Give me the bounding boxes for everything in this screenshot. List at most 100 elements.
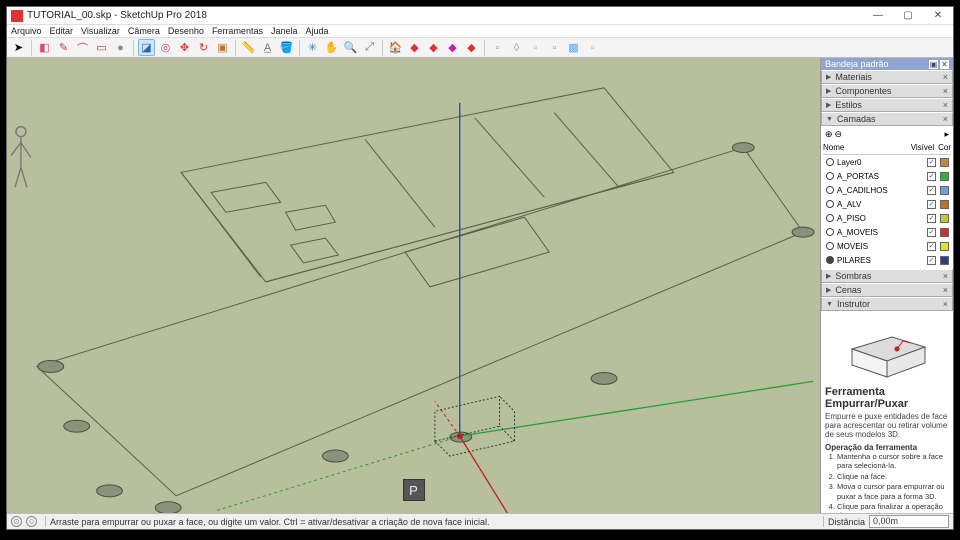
text-tool-icon[interactable]: A̲ [259,39,276,56]
menu-window[interactable]: Janela [271,26,298,36]
layers-col-color[interactable]: Cor [938,143,951,152]
layers-col-visible[interactable]: Visível [911,143,934,152]
warehouse-icon[interactable]: 🏠 [387,39,404,56]
close-button[interactable]: ✕ [923,7,953,24]
menu-edit[interactable]: Editar [50,26,74,36]
layer-row[interactable]: A_MOVEIS✓ [823,225,951,239]
status-user-icon[interactable]: ☺ [26,516,37,527]
select-tool-icon[interactable]: ➤ [10,39,27,56]
layer-color-swatch[interactable] [940,214,949,223]
layer-current-radio[interactable] [826,242,834,250]
rollup-instructor[interactable]: ▼Instrutor× [821,297,953,311]
eraser-tool-icon[interactable]: ◧ [36,39,53,56]
rollup-layers[interactable]: ▼Camadas× [821,112,953,126]
layer-menu-icon[interactable]: ▸ [944,129,949,140]
window-title: TUTORIAL_00.skp - SketchUp Pro 2018 [27,10,863,21]
orbit-tool-icon[interactable]: ✳ [304,39,321,56]
menu-draw[interactable]: Desenho [168,26,204,36]
layer-color-swatch[interactable] [940,158,949,167]
misc4-icon[interactable]: ▫ [546,39,563,56]
layer-current-radio[interactable] [826,186,834,194]
rotate-tool-icon[interactable]: ↻ [195,39,212,56]
extension2-icon[interactable]: ◆ [425,39,442,56]
scale-tool-icon[interactable]: ▣ [214,39,231,56]
layer-row[interactable]: A_PISO ✓ [823,211,951,225]
circle-tool-icon[interactable]: ● [112,39,129,56]
layers-panel: ⊕ ⊖ ▸ Nome Visível Cor Layer0✓A_PORTAS✓A… [821,126,953,269]
layer-visible-checkbox[interactable]: ✓ [927,242,936,251]
offset-tool-icon[interactable]: ◎ [157,39,174,56]
layer-row[interactable]: A_ALV✓ [823,197,951,211]
default-tray: Bandeja padrão ▣ ✕ ▶Materiais× ▶Componen… [820,58,953,513]
layer-current-radio[interactable] [826,228,834,236]
extension4-icon[interactable]: ◆ [463,39,480,56]
instructor-op-title: Operação da ferramenta [825,443,949,452]
tray-close-icon[interactable]: ✕ [940,60,949,69]
shape-tool-icon[interactable]: ▭ [93,39,110,56]
status-hint: Arraste para empurrar ou puxar a face, o… [50,517,489,527]
rollup-components[interactable]: ▶Componentes× [821,84,953,98]
rollup-materials[interactable]: ▶Materiais× [821,70,953,84]
rollup-scenes[interactable]: ▶Cenas× [821,283,953,297]
layer-row[interactable]: A_PORTAS✓ [823,169,951,183]
move-tool-icon[interactable]: ✥ [176,39,193,56]
viewport-3d[interactable]: P [7,58,820,513]
layer-current-radio[interactable] [826,158,834,166]
rollup-styles[interactable]: ▶Estilos× [821,98,953,112]
instructor-step: Mova o cursor para empurrar ou puxar a f… [837,482,949,501]
extension1-icon[interactable]: ◆ [406,39,423,56]
vcb-input[interactable]: 0,00m [869,515,949,528]
status-geo-icon[interactable]: ⊙ [11,516,22,527]
misc2-icon[interactable]: ◊ [508,39,525,56]
layer-visible-checkbox[interactable]: ✓ [927,172,936,181]
layer-color-swatch[interactable] [940,186,949,195]
remove-layer-icon[interactable]: ⊖ [835,129,843,140]
misc6-icon[interactable]: ▫ [584,39,601,56]
menu-tools[interactable]: Ferramentas [212,26,263,36]
layer-current-radio[interactable] [826,200,834,208]
layer-current-radio[interactable] [826,172,834,180]
layer-row[interactable]: A_CADILHOS✓ [823,183,951,197]
layer-visible-checkbox[interactable]: ✓ [927,256,936,265]
menu-help[interactable]: Ajuda [306,26,329,36]
app-logo-icon [11,10,23,22]
menu-camera[interactable]: Câmera [128,26,160,36]
layer-color-swatch[interactable] [940,228,949,237]
misc3-icon[interactable]: ▫ [527,39,544,56]
layer-row[interactable]: MOVEIS✓ [823,239,951,253]
pushpull-tool-icon[interactable]: ◪ [138,39,155,56]
layer-visible-checkbox[interactable]: ✓ [927,158,936,167]
menu-file[interactable]: Arquivo [11,26,42,36]
layer-visible-checkbox[interactable]: ✓ [927,214,936,223]
layer-color-swatch[interactable] [940,242,949,251]
layer-current-radio[interactable] [826,214,834,222]
layer-visible-checkbox[interactable]: ✓ [927,228,936,237]
tray-header[interactable]: Bandeja padrão ▣ ✕ [821,58,953,70]
rollup-shadows[interactable]: ▶Sombras× [821,269,953,283]
misc1-icon[interactable]: ▫ [489,39,506,56]
zoom-extents-icon[interactable]: ⤢ [361,39,378,56]
layers-col-name[interactable]: Nome [823,143,911,152]
add-layer-icon[interactable]: ⊕ [825,129,833,140]
layer-color-swatch[interactable] [940,200,949,209]
layer-row[interactable]: Layer0✓ [823,155,951,169]
layer-color-swatch[interactable] [940,256,949,265]
paint-tool-icon[interactable]: 🪣 [278,39,295,56]
line-tool-icon[interactable]: ✎ [55,39,72,56]
pan-tool-icon[interactable]: ✋ [323,39,340,56]
layer-visible-checkbox[interactable]: ✓ [927,186,936,195]
menu-view[interactable]: Visualizar [81,26,120,36]
layer-color-swatch[interactable] [940,172,949,181]
layer-visible-checkbox[interactable]: ✓ [927,200,936,209]
zoom-tool-icon[interactable]: 🔍 [342,39,359,56]
minimize-button[interactable]: — [863,7,893,24]
layer-current-radio[interactable] [826,256,834,264]
layer-name: A_PISO [837,214,923,223]
tape-tool-icon[interactable]: 📏 [240,39,257,56]
tray-pin-icon[interactable]: ▣ [929,60,938,69]
arc-tool-icon[interactable]: ⌒ [74,39,91,56]
misc5-icon[interactable]: ▩ [565,39,582,56]
layer-row[interactable]: PILARES✓ [823,253,951,267]
extension3-icon[interactable]: ◆ [444,39,461,56]
maximize-button[interactable]: ▢ [893,7,923,24]
